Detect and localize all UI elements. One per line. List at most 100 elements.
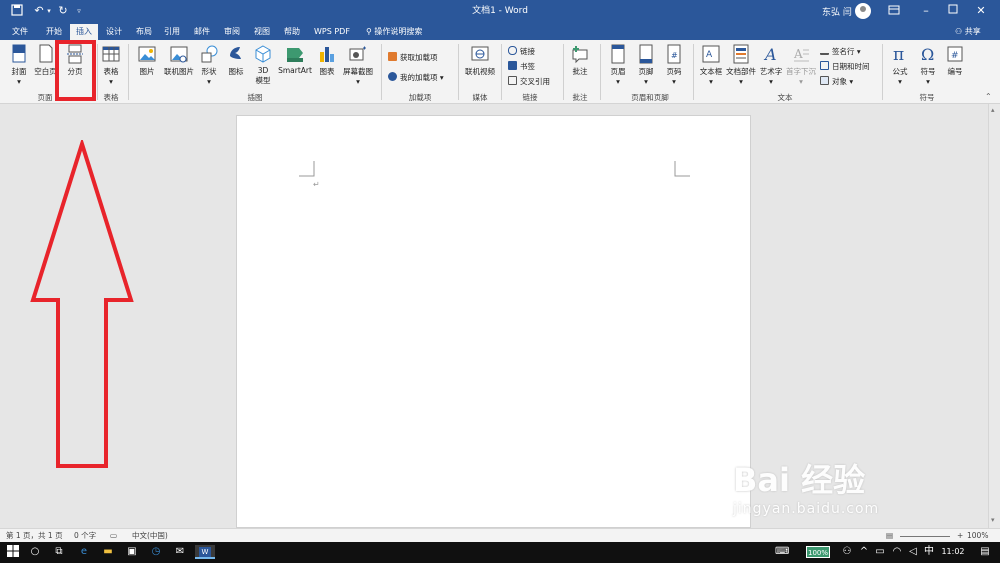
- footer-label: 页脚: [638, 67, 654, 76]
- quick-parts-button[interactable]: 文档部件 ▾: [725, 44, 757, 86]
- tab-wps-pdf[interactable]: WPS PDF: [308, 24, 356, 40]
- online-pictures-label: 联机图片: [164, 67, 194, 76]
- drop-cap-button[interactable]: A 首字下沉 ▾: [785, 44, 817, 86]
- word-taskbar-icon[interactable]: W: [195, 545, 215, 559]
- chevron-up-icon[interactable]: ^: [857, 545, 871, 559]
- language[interactable]: 中文(中国): [132, 531, 168, 541]
- object-button[interactable]: 对象 ▾: [820, 76, 853, 88]
- minimize-icon[interactable]: –: [919, 4, 933, 18]
- mail-icon[interactable]: ✉: [173, 545, 187, 559]
- 3d-models-button[interactable]: 3D 模型: [252, 44, 274, 86]
- store-icon[interactable]: ▣: [125, 545, 139, 559]
- keyboard-icon[interactable]: ⌨: [775, 545, 789, 559]
- date-time-button[interactable]: 日期和时间: [820, 61, 870, 73]
- smartart-button[interactable]: SmartArt: [277, 44, 313, 75]
- ribbon: 封面 ▾ 空白页 分页 页面 表格 ▾ 表格 图片 联机图片 形状 ▾ 图标 3D 模…: [0, 40, 1000, 104]
- volume-icon[interactable]: ◁: [906, 545, 920, 559]
- page-number-button[interactable]: # 页码 ▾: [662, 44, 686, 86]
- symbol-button[interactable]: Ω 符号 ▾: [915, 44, 941, 86]
- link-button[interactable]: 链接: [508, 46, 535, 58]
- screenshot-icon: [349, 46, 366, 61]
- tab-file[interactable]: 文件: [6, 24, 34, 40]
- cover-page-button[interactable]: 封面 ▾: [8, 44, 30, 86]
- svg-text:π: π: [893, 45, 904, 64]
- scroll-up-icon[interactable]: ▴: [991, 106, 995, 114]
- document-page[interactable]: ↵: [236, 115, 751, 528]
- share-label: 共享: [964, 27, 981, 36]
- edge-icon[interactable]: e: [77, 545, 91, 559]
- header-button[interactable]: 页眉 ▾: [606, 44, 630, 86]
- watermark-logo: Bai 经验: [733, 461, 866, 499]
- wifi-icon[interactable]: ◠: [890, 545, 904, 559]
- smartart-label: SmartArt: [278, 66, 312, 75]
- proofing-icon[interactable]: ▭: [110, 531, 117, 541]
- header-icon: [611, 44, 625, 64]
- tab-review[interactable]: 审阅: [218, 24, 246, 40]
- number-icon: #: [947, 46, 963, 62]
- tab-help[interactable]: 帮助: [278, 24, 306, 40]
- network-icon[interactable]: ▭: [873, 545, 887, 559]
- ribbon-display-options-icon[interactable]: [887, 4, 901, 18]
- online-video-button[interactable]: 联机视频: [463, 44, 497, 77]
- my-addins-button[interactable]: 我的加载项 ▾: [388, 72, 444, 84]
- divider: [563, 44, 564, 100]
- text-box-button[interactable]: A 文本框 ▾: [697, 44, 725, 86]
- tab-insert[interactable]: 插入: [70, 24, 98, 40]
- shapes-button[interactable]: 形状 ▾: [198, 44, 220, 86]
- windows-start-icon[interactable]: [6, 545, 20, 559]
- clock[interactable]: 11:02: [938, 545, 968, 559]
- screenshot-button[interactable]: 屏幕截图 ▾: [340, 44, 376, 86]
- tab-mailings[interactable]: 邮件: [188, 24, 216, 40]
- number-button[interactable]: # 编号: [943, 44, 967, 77]
- bookmark-button[interactable]: 书签: [508, 61, 535, 73]
- file-explorer-icon[interactable]: ▬: [101, 545, 115, 559]
- battery-indicator[interactable]: 100%: [806, 546, 830, 558]
- clock-app-icon[interactable]: ◷: [149, 545, 163, 559]
- cross-reference-button[interactable]: 交叉引用: [508, 76, 550, 88]
- text-box-label: 文本框: [699, 67, 723, 76]
- close-icon[interactable]: ✕: [974, 4, 988, 18]
- chart-button[interactable]: 图表: [316, 44, 338, 77]
- read-mode-icon[interactable]: ▤: [886, 531, 893, 541]
- footer-button[interactable]: 页脚 ▾: [634, 44, 658, 86]
- pictures-button[interactable]: 图片: [134, 44, 160, 77]
- cortana-search-icon[interactable]: ○: [28, 545, 42, 559]
- divider: [693, 44, 694, 100]
- ime-indicator[interactable]: 中: [922, 545, 936, 559]
- notifications-icon[interactable]: ▤: [978, 545, 992, 559]
- zoom-level[interactable]: 100%: [967, 531, 988, 541]
- online-pictures-button[interactable]: 联机图片: [162, 44, 196, 77]
- table-button[interactable]: 表格 ▾: [100, 44, 122, 86]
- scroll-down-icon[interactable]: ▾: [991, 516, 995, 524]
- icons-icon: [230, 47, 241, 59]
- task-view-icon[interactable]: ⧉: [52, 545, 66, 559]
- avatar[interactable]: [855, 3, 871, 19]
- zoom-in-icon[interactable]: +: [957, 531, 963, 541]
- tell-me-search[interactable]: ⚲ 操作说明搜索: [360, 24, 428, 40]
- people-icon[interactable]: ⚇: [840, 545, 854, 559]
- tab-design[interactable]: 设计: [100, 24, 128, 40]
- wordart-button[interactable]: A 艺术字 ▾: [758, 44, 784, 86]
- maximize-icon[interactable]: [946, 4, 960, 18]
- vertical-scrollbar[interactable]: ▴ ▾: [988, 104, 1000, 528]
- equation-button[interactable]: π 公式 ▾: [887, 44, 913, 86]
- word-count[interactable]: 0 个字: [74, 531, 96, 541]
- signature-line-button[interactable]: 签名行 ▾: [820, 46, 861, 58]
- tab-home[interactable]: 开始: [40, 24, 68, 40]
- divider: [381, 44, 382, 100]
- user-name[interactable]: 东弘 闫: [822, 5, 852, 18]
- collapse-ribbon-icon[interactable]: ⌃: [985, 92, 992, 101]
- tab-view[interactable]: 视图: [248, 24, 276, 40]
- divider: [501, 44, 502, 100]
- tab-references[interactable]: 引用: [158, 24, 186, 40]
- comment-button[interactable]: 批注: [568, 44, 592, 77]
- icons-button[interactable]: 图标: [226, 44, 246, 77]
- bookmark-label: 书签: [520, 62, 535, 71]
- get-addins-button[interactable]: 获取加载项: [388, 52, 438, 64]
- share-button[interactable]: ⚇ 共享: [955, 24, 981, 40]
- zoom-slider[interactable]: [900, 531, 950, 541]
- svg-text:A: A: [763, 45, 777, 64]
- tab-layout[interactable]: 布局: [130, 24, 158, 40]
- lightbulb-icon: ⚲: [366, 27, 372, 36]
- page-count[interactable]: 第 1 页，共 1 页: [6, 531, 63, 541]
